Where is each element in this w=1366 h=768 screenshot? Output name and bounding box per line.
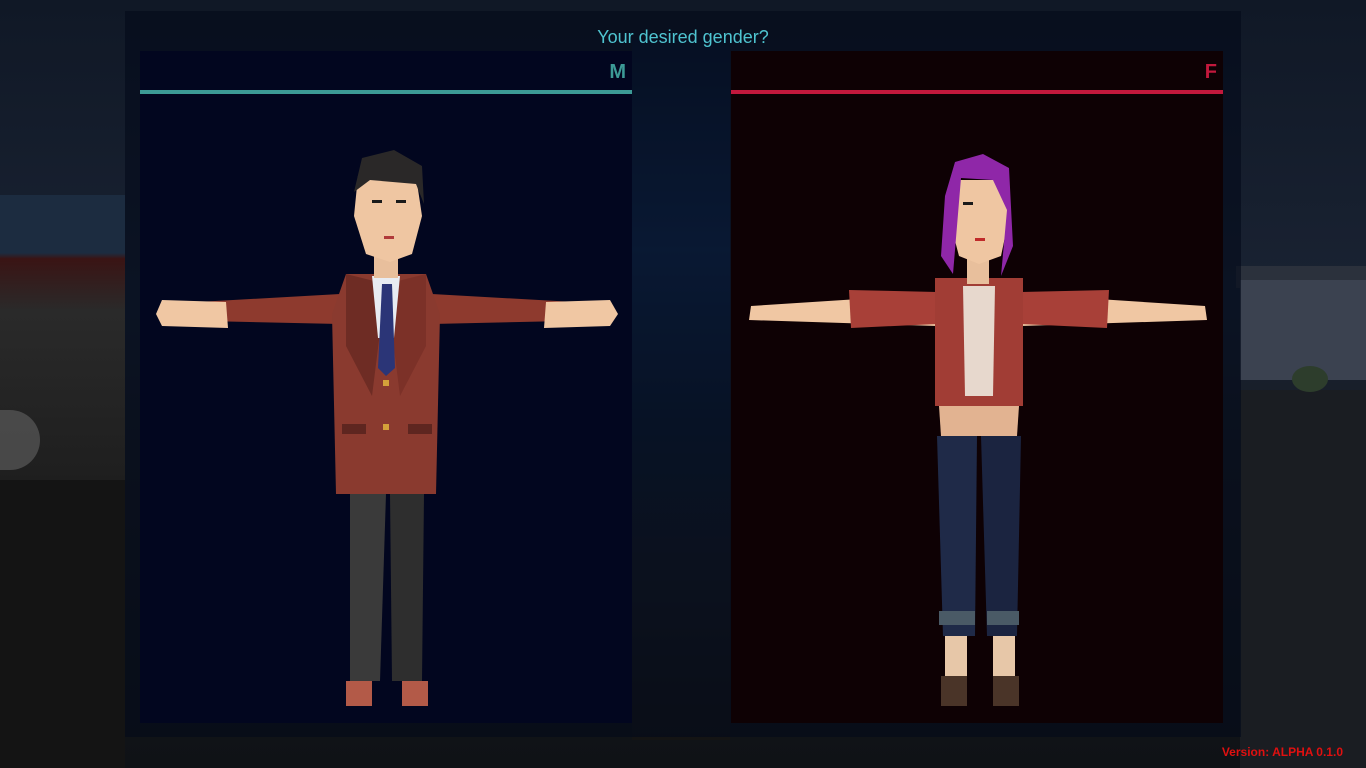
gender-select-panel: Your desired gender? M F (125, 11, 1241, 737)
female-character (749, 154, 1207, 706)
gender-accent-bar-male (140, 90, 632, 94)
background-bush (1292, 366, 1328, 392)
version-label: Version: ALPHA 0.1.0 (1221, 745, 1343, 759)
male-character (156, 150, 618, 706)
gender-label-male: M (609, 61, 626, 83)
background-house (1240, 280, 1366, 380)
background-road-right (1240, 390, 1366, 768)
screen-title: Your desired gender? (597, 27, 769, 47)
gender-accent-bar-female (731, 90, 1223, 94)
gender-option-female[interactable]: F (731, 51, 1223, 723)
gender-option-male[interactable]: M (140, 51, 632, 723)
background-road (0, 480, 125, 768)
gender-label-female: F (1204, 61, 1217, 83)
